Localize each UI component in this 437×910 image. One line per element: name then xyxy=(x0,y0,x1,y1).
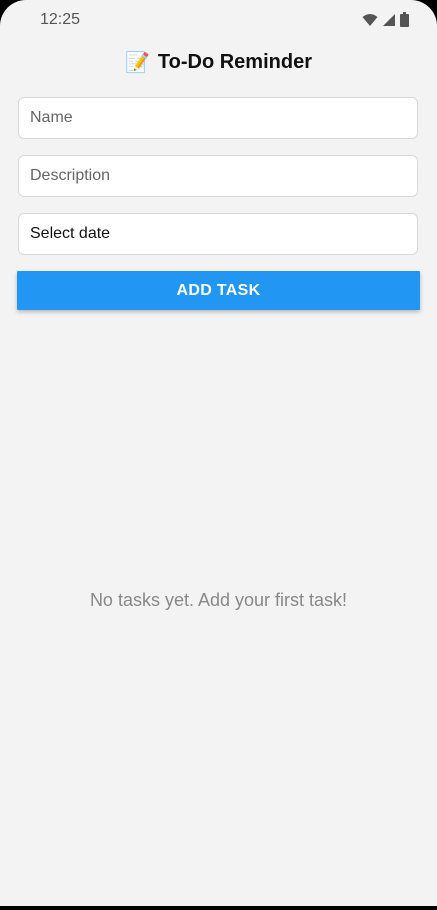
description-input[interactable] xyxy=(18,155,418,197)
title-text: To-Do Reminder xyxy=(157,50,312,73)
battery-icon xyxy=(400,12,409,27)
memo-icon: 📝 xyxy=(125,51,150,74)
status-bar: 12:25 xyxy=(0,0,437,40)
app-screen: 12:25 📝 To-Do Reminder Name Description … xyxy=(0,0,437,906)
add-task-button[interactable]: ADD TASK xyxy=(17,271,420,310)
date-picker-label: Select date xyxy=(30,225,111,242)
wifi-icon xyxy=(362,13,378,27)
empty-tasks-message: No tasks yet. Add your first task! xyxy=(89,590,348,610)
name-input[interactable] xyxy=(18,97,418,139)
page-title: 📝 To-Do Reminder xyxy=(0,47,437,77)
cell-signal-icon xyxy=(382,13,396,27)
date-picker-field[interactable]: Select date xyxy=(18,213,418,255)
status-time: 12:25 xyxy=(40,11,81,28)
status-icons xyxy=(362,12,409,27)
